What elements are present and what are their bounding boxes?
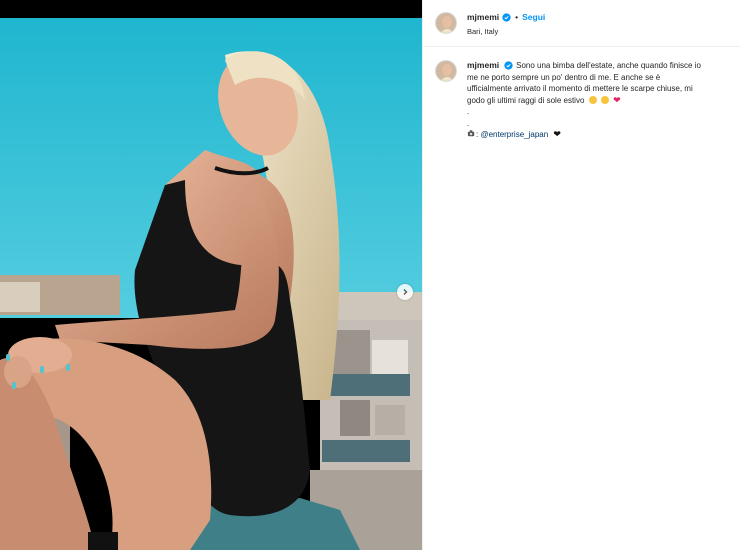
black-heart-emoji: ❤: [553, 129, 561, 139]
camera-icon: [467, 130, 475, 137]
avatar-image: [436, 13, 456, 33]
caption-text-4: godo gli ultimi raggi di sole estivo: [467, 95, 585, 105]
chevron-right-icon: [403, 289, 408, 295]
caption-text-2: me ne porto sempre un po' dentro di me. …: [467, 72, 661, 82]
caption-dot-2: .: [467, 118, 470, 128]
post-header: mjmemi • Segui Bari, Italy: [423, 0, 740, 47]
red-heart-emoji: ❤: [613, 94, 621, 105]
post-photo[interactable]: [0, 0, 422, 550]
caption-username[interactable]: mjmemi: [467, 60, 499, 70]
avatar-image: [436, 61, 456, 81]
caption-text-3: ufficialmente arrivato il momento di met…: [467, 84, 693, 93]
caption-line-4: godo gli ultimi raggi di sole estivo ❤: [467, 95, 735, 107]
caption-line: mjmemi Sono una bimba dell'estate, anche…: [467, 60, 735, 72]
avatar[interactable]: [435, 12, 457, 34]
post-username[interactable]: mjmemi: [467, 12, 499, 22]
smiling-face-emoji: [600, 95, 609, 104]
credit-mention-link[interactable]: @enterprise_japan: [480, 130, 548, 139]
separator-dot: •: [515, 12, 519, 22]
caption-avatar[interactable]: [435, 60, 457, 82]
caption-text-1: Sono una bimba dell'estate, anche quando…: [516, 61, 701, 70]
verified-badge-icon: [502, 12, 511, 22]
post-caption: mjmemi Sono una bimba dell'estate, anche…: [467, 60, 735, 141]
photo-image: [0, 0, 422, 550]
squinting-face-emoji: [588, 95, 597, 104]
verified-badge-icon: [504, 61, 513, 71]
post-location[interactable]: Bari, Italy: [467, 27, 498, 36]
follow-button[interactable]: Segui: [522, 12, 545, 22]
next-image-button[interactable]: [397, 284, 413, 300]
post-side-panel: mjmemi • Segui Bari, Italy mjmemi Sono u…: [422, 0, 740, 550]
caption-dot-1: .: [467, 107, 470, 116]
header-user-line: mjmemi • Segui: [467, 12, 545, 22]
caption-credit: : @enterprise_japan ❤: [467, 129, 735, 141]
